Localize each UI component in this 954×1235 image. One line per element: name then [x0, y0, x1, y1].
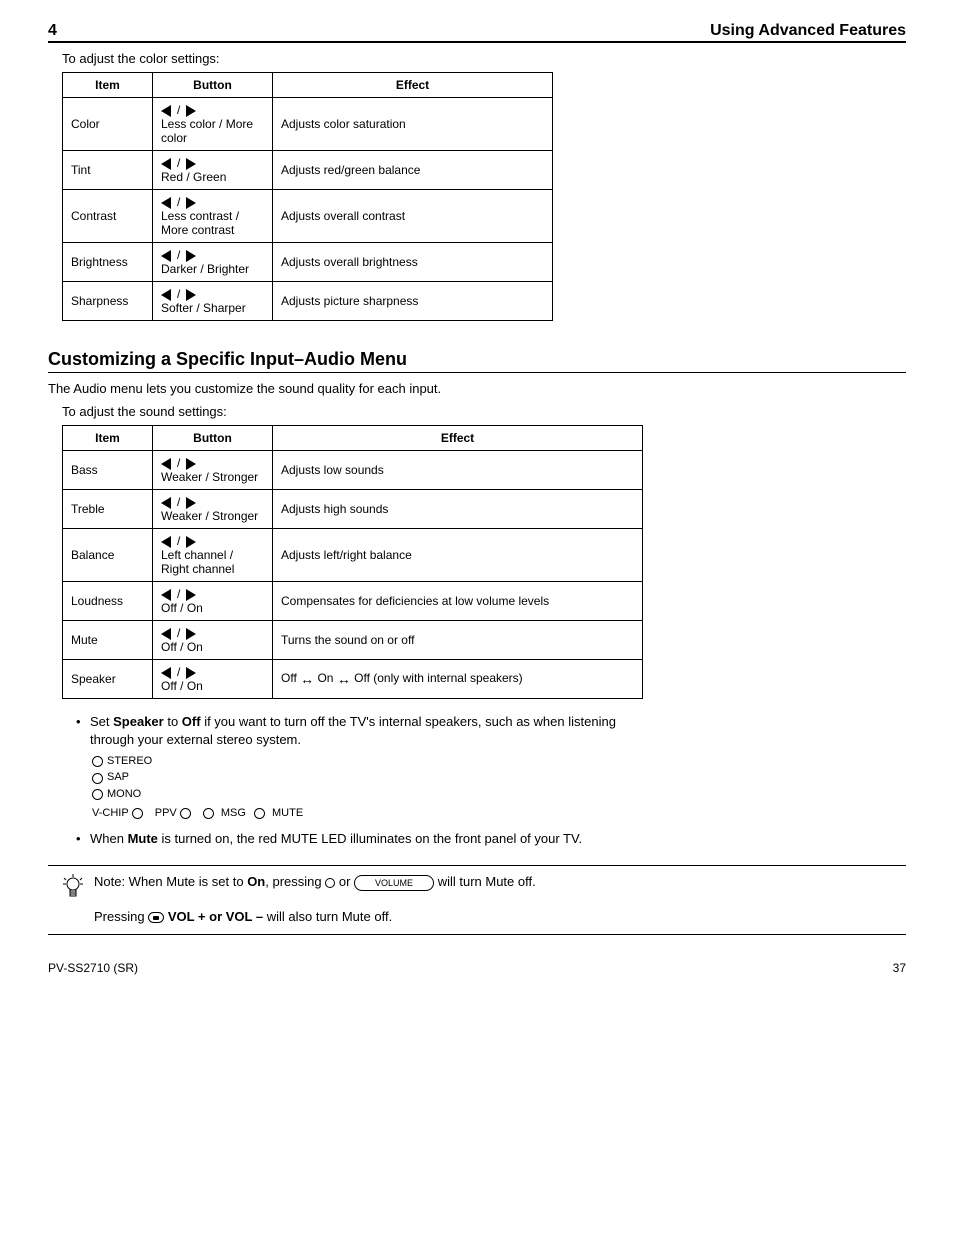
effect-cell: Off ↔ On ↔ Off (only with internal speak… — [273, 660, 643, 699]
footer-left: PV-SS2710 (SR) — [48, 961, 138, 975]
led-indicator-icon — [325, 878, 335, 888]
lightbulb-icon — [62, 874, 84, 907]
right-arrow-icon — [186, 497, 196, 509]
table-row: Tint / Red / Green Adjusts red/green bal… — [63, 151, 553, 190]
table-row: Treble /Weaker / Stronger Adjusts high s… — [63, 490, 643, 529]
page-footer: PV-SS2710 (SR) 37 — [48, 961, 906, 975]
left-arrow-icon — [161, 458, 171, 470]
led-indicator-icon — [180, 808, 191, 819]
effect-cell: Adjusts picture sharpness — [273, 282, 553, 321]
left-arrow-icon — [161, 158, 171, 170]
table-header-row: Item Button Effect — [63, 426, 643, 451]
audio-menu-heading: Customizing a Specific Input–Audio Menu — [48, 349, 906, 370]
led-indicator-icon — [203, 808, 214, 819]
th-button: Button — [153, 426, 273, 451]
left-label: Less color — [161, 117, 216, 131]
item-cell: Tint — [63, 151, 153, 190]
color-settings-caption: To adjust the color settings: — [62, 51, 906, 66]
left-arrow-icon — [161, 289, 171, 301]
page-header-right: Using Advanced Features — [710, 22, 906, 40]
right-arrow-icon — [186, 105, 196, 117]
right-arrow-icon — [186, 158, 196, 170]
effect-cell: Adjusts color saturation — [273, 98, 553, 151]
left-arrow-icon — [161, 536, 171, 548]
left-arrow-icon — [161, 105, 171, 117]
item-cell: Contrast — [63, 190, 153, 243]
mute-paragraph: • When Mute is turned on, the red MUTE L… — [76, 830, 906, 848]
th-button: Button — [153, 73, 273, 98]
audio-intro: The Audio menu lets you customize the so… — [48, 381, 906, 396]
table-row: Color / Less color / More color Adjusts … — [63, 98, 553, 151]
footer-right: 37 — [893, 961, 906, 975]
table-row: Mute /Off / On Turns the sound on or off — [63, 621, 643, 660]
page-header: 4 Using Advanced Features — [48, 22, 906, 43]
item-cell: Color — [63, 98, 153, 151]
led-panel-diagram: STEREO SAP MONO V-CHIP PPV MSG MUTE — [92, 754, 906, 822]
item-cell: Sharpness — [63, 282, 153, 321]
audio-caption: To adjust the sound settings: — [62, 404, 906, 419]
button-cell: / Softer / Sharper — [153, 282, 273, 321]
audio-settings-table: Item Button Effect Bass /Weaker / Strong… — [62, 425, 643, 699]
left-arrow-icon — [161, 250, 171, 262]
double-arrow-icon: ↔ — [337, 671, 351, 687]
right-arrow-icon — [186, 628, 196, 640]
table-row: Balance /Left channel / Right channel Ad… — [63, 529, 643, 582]
right-arrow-icon — [186, 289, 196, 301]
page-header-left: 4 — [48, 22, 57, 40]
remote-button-icon — [148, 912, 164, 923]
right-arrow-icon — [186, 589, 196, 601]
table-row: Contrast / Less contrast / More contrast… — [63, 190, 553, 243]
button-cell: / Less color / More color — [153, 98, 273, 151]
right-arrow-icon — [186, 667, 196, 679]
right-arrow-icon — [186, 458, 196, 470]
table-row: Sharpness / Softer / Sharper Adjusts pic… — [63, 282, 553, 321]
table-row: Speaker /Off / On Off ↔ On ↔ Off (only w… — [63, 660, 643, 699]
led-indicator-icon — [92, 756, 103, 767]
effect-cell: Adjusts red/green balance — [273, 151, 553, 190]
color-settings-table: Item Button Effect Color / Less color / … — [62, 72, 553, 321]
double-arrow-icon: ↔ — [300, 671, 314, 687]
table-row: Loudness /Off / On Compensates for defic… — [63, 582, 643, 621]
left-arrow-icon — [161, 197, 171, 209]
speaker-paragraph: • Set Speaker to Off if you want to turn… — [76, 713, 906, 748]
volume-button-icon: VOLUME — [354, 875, 434, 891]
th-effect: Effect — [273, 73, 553, 98]
button-cell: / Red / Green — [153, 151, 273, 190]
effect-cell: Adjusts overall contrast — [273, 190, 553, 243]
right-arrow-icon — [186, 197, 196, 209]
table-row: Bass /Weaker / Stronger Adjusts low soun… — [63, 451, 643, 490]
th-item: Item — [63, 73, 153, 98]
table-header-row: Item Button Effect — [63, 73, 553, 98]
item-cell: Brightness — [63, 243, 153, 282]
led-indicator-icon — [132, 808, 143, 819]
led-indicator-icon — [92, 773, 103, 784]
button-cell: / Less contrast / More contrast — [153, 190, 273, 243]
left-arrow-icon — [161, 628, 171, 640]
left-arrow-icon — [161, 497, 171, 509]
button-cell: / Darker / Brighter — [153, 243, 273, 282]
th-item: Item — [63, 426, 153, 451]
led-indicator-icon — [92, 789, 103, 800]
th-effect: Effect — [273, 426, 643, 451]
table-row: Brightness / Darker / Brighter Adjusts o… — [63, 243, 553, 282]
led-indicator-icon — [254, 808, 265, 819]
note-callout: Note: When Mute is set to On, pressing o… — [48, 866, 906, 928]
left-arrow-icon — [161, 589, 171, 601]
right-arrow-icon — [186, 250, 196, 262]
right-arrow-icon — [186, 536, 196, 548]
left-arrow-icon — [161, 667, 171, 679]
effect-cell: Adjusts overall brightness — [273, 243, 553, 282]
